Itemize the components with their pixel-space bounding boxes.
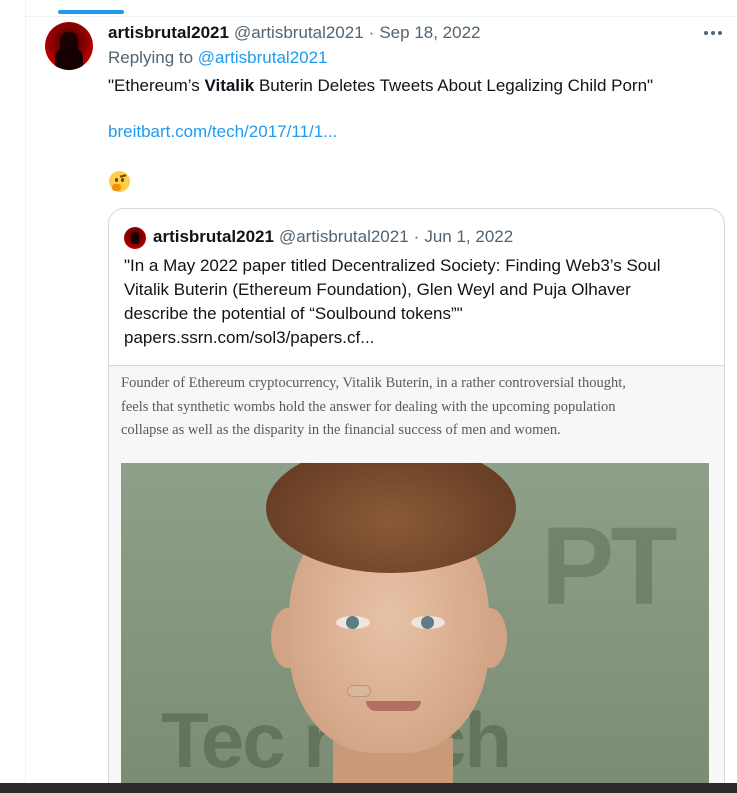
tweet-date[interactable]: Sep 18, 2022 <box>379 23 480 43</box>
quoted-text-line: describe the potential of “Soulbound tok… <box>124 304 463 323</box>
quoted-user-handle[interactable]: @artisbrutal2021 <box>279 227 409 247</box>
user-handle[interactable]: @artisbrutal2021 <box>234 23 364 43</box>
quoted-tweet[interactable]: artisbrutal2021 @artisbrutal2021 · Jun 1… <box>108 208 725 793</box>
tweet-header: artisbrutal2021 @artisbrutal2021 · Sep 1… <box>108 22 481 44</box>
avatar[interactable] <box>45 22 93 70</box>
thinking-face-icon <box>109 171 130 192</box>
meta-separator: · <box>368 23 375 42</box>
quoted-tweet-date[interactable]: Jun 1, 2022 <box>424 227 513 247</box>
more-options-button[interactable] <box>700 22 726 44</box>
replying-to: Replying to @artisbrutal2021 <box>108 48 328 68</box>
article-line: collapse as well as the disparity in the… <box>121 422 561 438</box>
replying-to-handle-link[interactable]: @artisbrutal2021 <box>198 48 328 67</box>
avatar-figure-shoulders <box>55 48 83 70</box>
tweet-text-before: "Ethereum’s <box>108 76 205 95</box>
quoted-tweet-text: "In a May 2022 paper titled Decentralize… <box>124 254 719 350</box>
quoted-text-line: "In a May 2022 paper titled Decentralize… <box>124 256 661 275</box>
more-dot-icon <box>704 31 708 35</box>
quoted-meta-separator: · <box>413 227 420 246</box>
display-name[interactable]: artisbrutal2021 <box>108 23 229 43</box>
replying-to-prefix: Replying to <box>108 48 194 67</box>
article-line: Founder of Ethereum cryptocurrency, Vita… <box>121 375 626 391</box>
tweet-text-after: Buterin Deletes Tweets About Legalizing … <box>254 76 654 95</box>
photo-iris <box>346 616 359 629</box>
emoji-hand <box>112 184 121 191</box>
article-line: feels that synthetic wombs hold the answ… <box>121 398 616 415</box>
emoji-eye <box>115 178 118 182</box>
photo-backdrop-text: PT <box>541 505 678 628</box>
more-dot-icon <box>711 31 715 35</box>
photo-microphone <box>347 685 371 697</box>
left-rail-divider <box>25 0 26 793</box>
article-photo: PT Tec runch <box>121 463 709 793</box>
more-dot-icon <box>718 31 722 35</box>
photo-iris <box>421 616 434 629</box>
tweet-text-bold: Vitalik <box>204 76 255 95</box>
taskbar-strip <box>0 783 737 793</box>
quoted-text-line: Vitalik Buterin (Ethereum Foundation), G… <box>124 280 631 299</box>
quoted-text-link[interactable]: papers.ssrn.com/sol3/papers.cf... <box>124 326 719 350</box>
article-excerpt: Founder of Ethereum cryptocurrency, Vita… <box>121 372 716 443</box>
quoted-avatar[interactable] <box>124 227 146 249</box>
tweet-link[interactable]: breitbart.com/tech/2017/11/1... <box>108 122 337 142</box>
tweet-text: "Ethereum’s Vitalik Buterin Deletes Twee… <box>108 74 653 98</box>
quoted-display-name[interactable]: artisbrutal2021 <box>153 227 274 247</box>
quoted-tweet-header: artisbrutal2021 @artisbrutal2021 · Jun 1… <box>153 226 513 248</box>
top-accent-bar <box>58 10 124 14</box>
photo-mouth <box>366 701 421 711</box>
quoted-media[interactable]: Founder of Ethereum cryptocurrency, Vita… <box>109 365 724 793</box>
emoji-eye <box>121 178 124 182</box>
top-divider <box>25 16 737 17</box>
